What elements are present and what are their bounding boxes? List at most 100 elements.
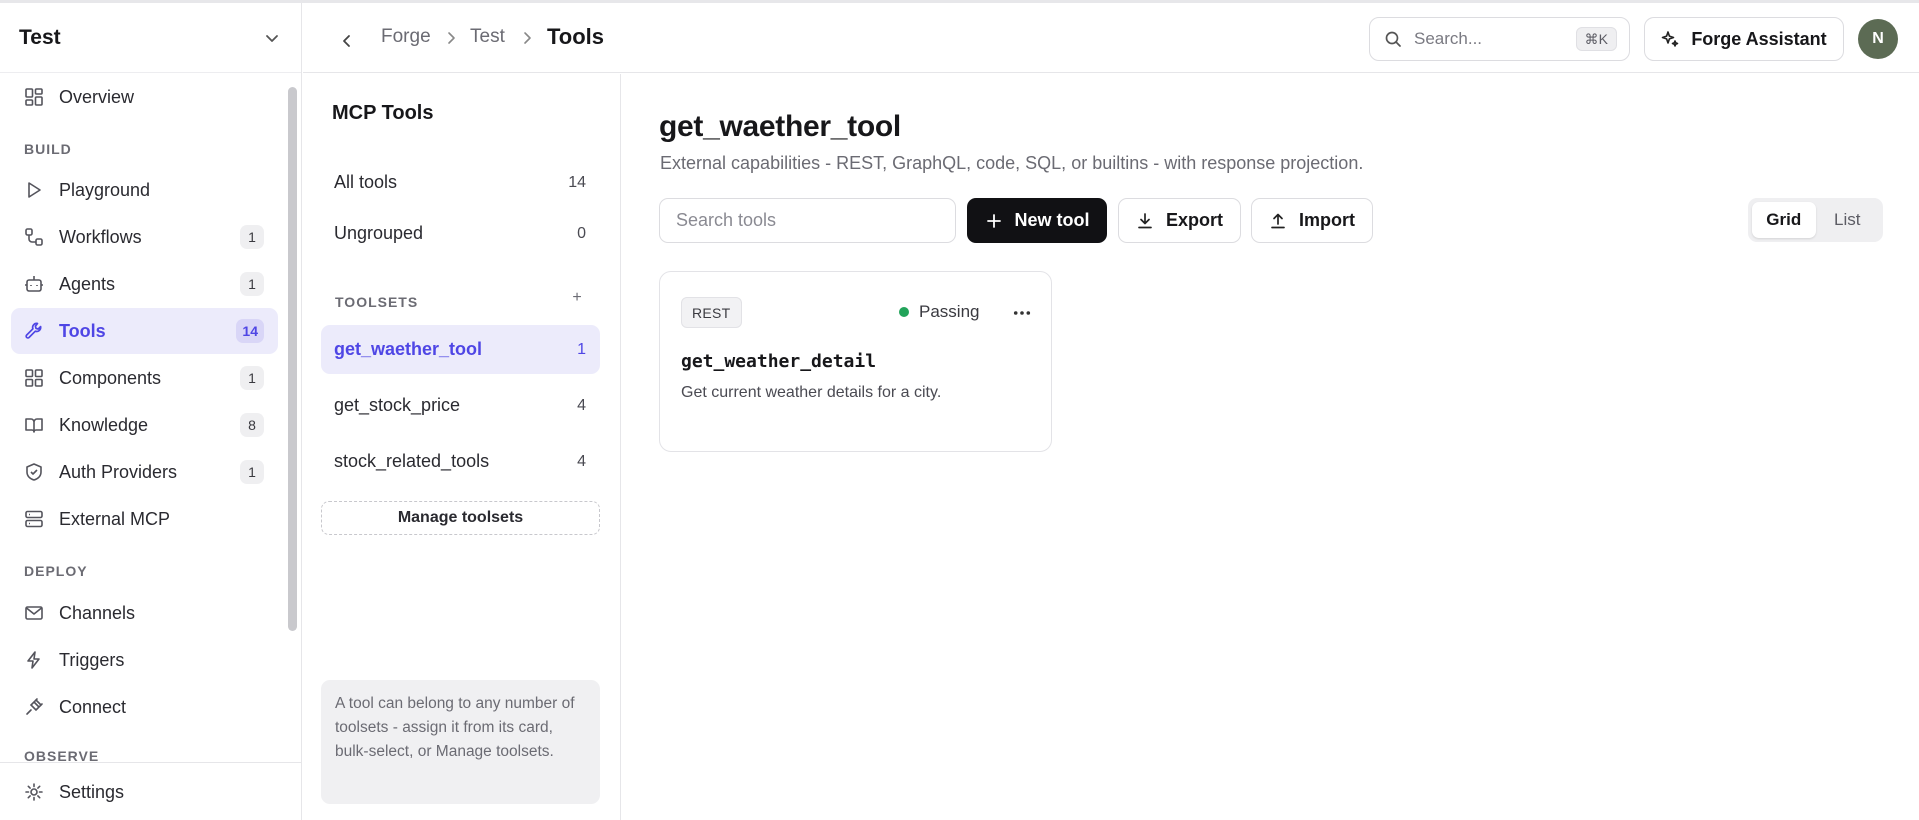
row-label: All tools bbox=[334, 172, 398, 192]
manage-toolsets-button[interactable]: Manage toolsets bbox=[321, 501, 600, 535]
sidebar-section-deploy: DEPLOY bbox=[24, 563, 88, 579]
toolsets-panel: MCP Tools All tools 14 Ungrouped 0 TOOLS… bbox=[303, 74, 621, 820]
search-placeholder: Search... bbox=[1414, 29, 1483, 48]
search-tools-input[interactable] bbox=[659, 198, 956, 243]
count-badge: 1 bbox=[240, 225, 264, 249]
count-badge: 14 bbox=[236, 319, 264, 343]
workspace-name: Test bbox=[19, 25, 61, 49]
row-count: 14 bbox=[568, 173, 586, 191]
toolset-item[interactable]: get_waether_tool 1 bbox=[321, 325, 600, 374]
row-label: get_waether_tool bbox=[334, 339, 483, 359]
toolsets-section-label: TOOLSETS bbox=[335, 294, 419, 310]
sparkle-icon bbox=[1661, 30, 1691, 48]
workspace-switcher[interactable]: Test bbox=[0, 3, 301, 73]
back-button[interactable] bbox=[333, 27, 361, 55]
sidebar-item-agents[interactable]: Agents 1 bbox=[11, 261, 278, 307]
workflow-icon bbox=[24, 227, 44, 247]
row-label: Ungrouped bbox=[334, 223, 424, 243]
forge-assistant-button[interactable]: Forge Assistant bbox=[1644, 17, 1844, 61]
tool-name: get_weather_detail bbox=[681, 351, 877, 372]
new-tool-button[interactable]: New tool bbox=[967, 198, 1107, 243]
grid-icon bbox=[24, 87, 44, 107]
row-count: 0 bbox=[577, 224, 586, 242]
sidebar-item-label: Auth Providers bbox=[59, 461, 178, 482]
sidebar-scrollbar[interactable] bbox=[288, 87, 297, 631]
plug-icon bbox=[24, 697, 44, 717]
sidebar-item-label: Agents bbox=[59, 273, 116, 294]
filter-ungrouped[interactable]: Ungrouped 0 bbox=[321, 209, 600, 258]
sidebar-item-playground[interactable]: Playground bbox=[11, 167, 278, 213]
tool-description: Get current weather details for a city. bbox=[681, 384, 942, 401]
sidebar-section-build: BUILD bbox=[24, 141, 72, 157]
sidebar-item-label: Settings bbox=[59, 781, 125, 802]
sidebar-item-auth-providers[interactable]: Auth Providers 1 bbox=[11, 449, 278, 495]
sidebar-item-label: Channels bbox=[59, 602, 136, 623]
count-badge: 1 bbox=[240, 366, 264, 390]
import-label: Import bbox=[1299, 210, 1355, 230]
top-header: Forge Test Tools Search... ⌘K Forge Assi… bbox=[303, 3, 1919, 73]
wrench-icon bbox=[24, 321, 44, 341]
row-count: 4 bbox=[577, 452, 586, 470]
chevron-right-icon bbox=[520, 31, 534, 45]
page-subtitle: External capabilities - REST, GraphQL, c… bbox=[660, 153, 1364, 173]
row-count: 4 bbox=[577, 396, 586, 414]
add-toolset-button[interactable]: + bbox=[567, 289, 587, 309]
sidebar-item-external-mcp[interactable]: External MCP bbox=[11, 496, 278, 542]
view-list-option[interactable]: List bbox=[1816, 202, 1880, 238]
global-search[interactable]: Search... ⌘K bbox=[1369, 17, 1630, 61]
play-icon bbox=[24, 180, 44, 200]
avatar[interactable]: N bbox=[1858, 19, 1898, 59]
components-icon bbox=[24, 368, 44, 388]
filter-all-tools[interactable]: All tools 14 bbox=[321, 158, 600, 207]
row-label: get_stock_price bbox=[334, 395, 461, 415]
shield-icon bbox=[24, 462, 44, 482]
sidebar-item-triggers[interactable]: Triggers bbox=[11, 637, 278, 683]
upload-icon bbox=[1269, 212, 1299, 230]
breadcrumb-test[interactable]: Test bbox=[470, 26, 505, 48]
sidebar-item-label: Overview bbox=[59, 86, 135, 107]
sidebar-item-label: Tools bbox=[59, 320, 106, 341]
toolset-item[interactable]: stock_related_tools 4 bbox=[321, 437, 600, 486]
sidebar-item-overview[interactable]: Overview bbox=[11, 74, 278, 120]
sidebar-item-settings[interactable]: Settings bbox=[11, 769, 278, 815]
view-grid-option[interactable]: Grid bbox=[1752, 202, 1816, 238]
view-toggle: Grid List bbox=[1748, 198, 1883, 242]
book-icon bbox=[24, 415, 44, 435]
server-icon bbox=[24, 509, 44, 529]
sidebar-item-tools[interactable]: Tools 14 bbox=[11, 308, 278, 354]
breadcrumb-forge[interactable]: Forge bbox=[381, 26, 431, 48]
sidebar-item-knowledge[interactable]: Knowledge 8 bbox=[11, 402, 278, 448]
sidebar-item-workflows[interactable]: Workflows 1 bbox=[11, 214, 278, 260]
bolt-icon bbox=[24, 650, 44, 670]
status-dot bbox=[899, 307, 909, 317]
mail-icon bbox=[24, 603, 44, 623]
search-icon bbox=[1384, 30, 1414, 48]
panel-title: MCP Tools bbox=[332, 102, 434, 124]
chevron-right-icon bbox=[444, 31, 458, 45]
sidebar-item-connect[interactable]: Connect bbox=[11, 684, 278, 730]
sidebar-item-label: Triggers bbox=[59, 649, 125, 670]
sidebar-footer: Settings bbox=[0, 762, 301, 820]
sidebar-item-label: External MCP bbox=[59, 508, 171, 529]
status-label: Passing bbox=[919, 302, 980, 321]
chevron-down-icon bbox=[263, 29, 281, 47]
import-button[interactable]: Import bbox=[1251, 198, 1373, 243]
sidebar-item-channels[interactable]: Channels bbox=[11, 590, 278, 636]
status-indicator: Passing bbox=[899, 302, 979, 322]
breadcrumb-current: Tools bbox=[547, 24, 605, 49]
sidebar-item-label: Components bbox=[59, 367, 162, 388]
sidebar-item-label: Knowledge bbox=[59, 414, 149, 435]
shortcut-hint: ⌘K bbox=[1575, 27, 1617, 51]
export-button[interactable]: Export bbox=[1118, 198, 1241, 243]
page-title: get_waether_tool bbox=[659, 110, 901, 143]
bot-icon bbox=[24, 274, 44, 294]
sidebar: Test Overview BUILD Playground Workflows… bbox=[0, 3, 302, 820]
more-horizontal-icon bbox=[1013, 311, 1031, 315]
sidebar-item-components[interactable]: Components 1 bbox=[11, 355, 278, 401]
row-count: 1 bbox=[577, 340, 586, 358]
more-options-button[interactable] bbox=[1010, 303, 1034, 323]
tool-card[interactable]: REST Passing get_weather_detail Get curr… bbox=[659, 271, 1052, 452]
export-label: Export bbox=[1165, 210, 1223, 230]
sidebar-item-label: Connect bbox=[59, 696, 127, 717]
toolset-item[interactable]: get_stock_price 4 bbox=[321, 381, 600, 430]
